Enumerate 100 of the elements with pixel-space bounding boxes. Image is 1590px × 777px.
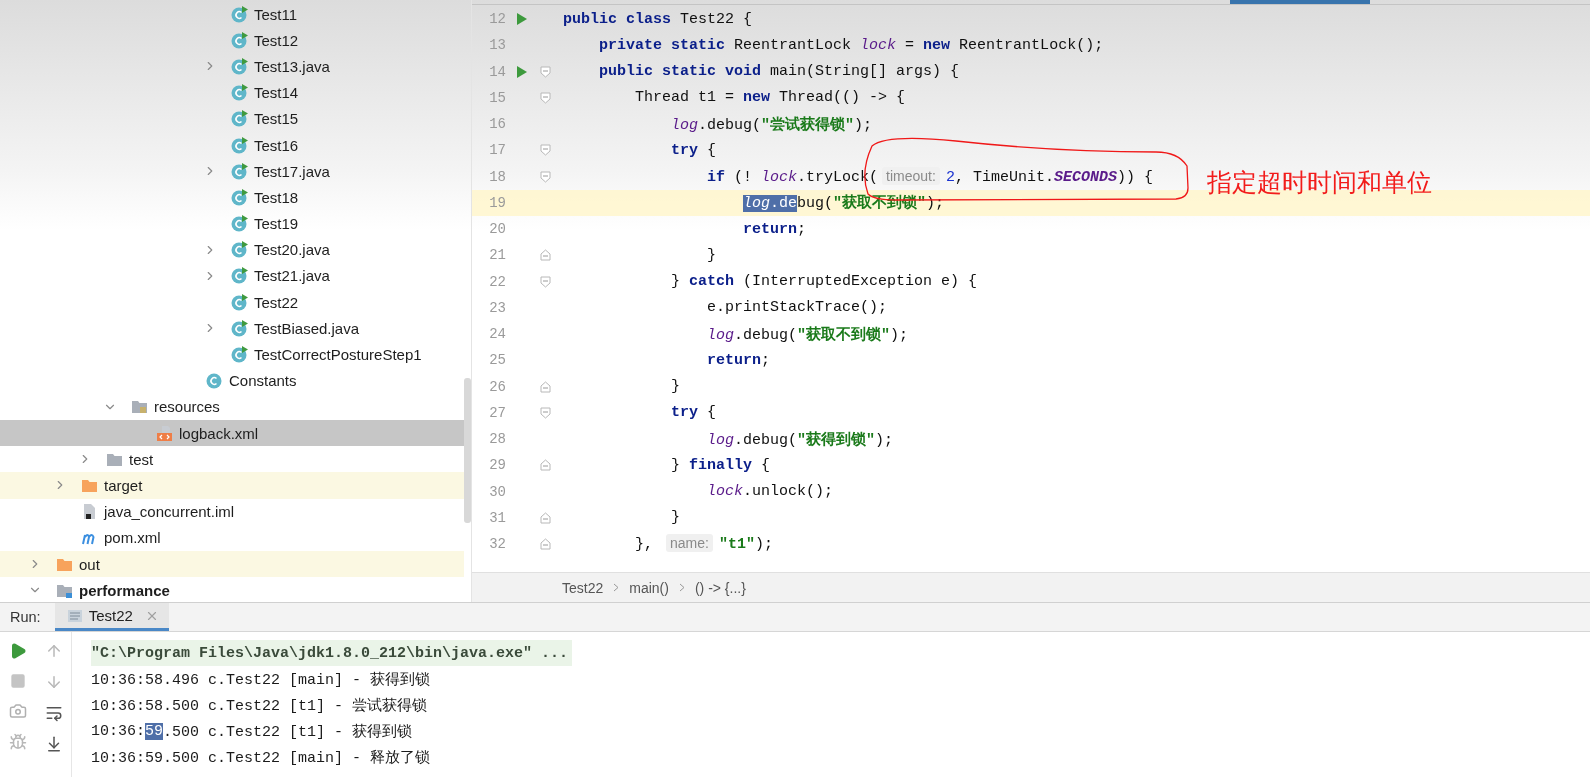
camera-icon[interactable]	[9, 702, 27, 720]
fold-icon[interactable]	[539, 459, 551, 472]
tree-row[interactable]: performance	[0, 577, 464, 602]
fold-icon[interactable]	[539, 406, 551, 419]
tree-item-label: TestCorrectPostureStep1	[254, 346, 422, 364]
tree-row[interactable]: java_concurrent.iml	[0, 498, 464, 525]
fold-icon[interactable]	[539, 144, 551, 157]
tree-item-label: Test22	[254, 293, 299, 311]
tree-row[interactable]: Constants	[0, 367, 464, 394]
tree-row[interactable]: Test18	[0, 184, 464, 211]
fold-icon[interactable]	[539, 65, 551, 78]
file-icon	[81, 503, 98, 521]
tree-row[interactable]: test	[0, 446, 464, 473]
line-number: 13	[488, 37, 506, 54]
tree-row[interactable]: TestCorrectPostureStep1	[0, 341, 464, 368]
tree-item-label: performance	[79, 581, 170, 599]
tree-row[interactable]: Test17.java	[0, 158, 464, 185]
class-icon	[231, 5, 248, 23]
tree-item-label: Test14	[254, 84, 299, 102]
code-line: } catch (InterruptedException e) {	[670, 273, 978, 291]
line-number: 24	[488, 326, 506, 343]
line-number: 12	[488, 11, 506, 28]
bug-icon[interactable]	[9, 733, 27, 751]
class-icon	[231, 188, 248, 206]
tree-row[interactable]: pom.xml	[0, 524, 464, 551]
line-number: 17	[488, 142, 506, 159]
fold-icon[interactable]	[539, 380, 551, 393]
line-number: 18	[488, 168, 506, 185]
tree-row[interactable]: Test15	[0, 105, 464, 132]
fold-icon[interactable]	[539, 170, 551, 183]
line-number: 29	[488, 457, 506, 474]
run-icon[interactable]	[515, 13, 527, 26]
code-line: return;	[706, 351, 771, 369]
fold-icon[interactable]	[539, 91, 551, 104]
annotation-note: 指定超时时间和单位	[1207, 167, 1432, 198]
class-icon	[231, 136, 248, 154]
fold-icon[interactable]	[539, 249, 551, 262]
wrap-icon[interactable]	[44, 704, 63, 722]
tree-row[interactable]: Test16	[0, 131, 464, 159]
line-number: 21	[488, 247, 506, 264]
class-icon	[231, 319, 248, 337]
tree-row[interactable]: TestBiased.java	[0, 315, 464, 342]
stop-icon[interactable]	[10, 673, 26, 689]
run-tab[interactable]: Test22	[54, 603, 169, 631]
tree-item-label: Test20.java	[254, 241, 330, 259]
code-line: log.debug("获取不到锁");	[706, 325, 909, 344]
class-icon	[231, 241, 248, 259]
fold-icon[interactable]	[539, 275, 551, 288]
code-line: e.printStackTrace();	[706, 299, 888, 317]
code-line: log.debug("获得到锁");	[706, 430, 894, 449]
run-icon[interactable]	[515, 65, 527, 78]
line-number: 19	[488, 194, 506, 211]
tree-row[interactable]: Test21.java	[0, 262, 464, 290]
fold-icon[interactable]	[539, 538, 551, 551]
tree-row[interactable]: Test19	[0, 210, 464, 237]
code-line: }	[670, 509, 680, 527]
class-icon	[231, 110, 248, 128]
scrollbar-thumb[interactable]	[464, 378, 471, 523]
separator-icon	[613, 583, 620, 592]
folder-icon	[131, 398, 148, 416]
fold-icon[interactable]	[539, 511, 551, 524]
line-number: 25	[488, 352, 506, 369]
breadcrumb[interactable]: main()	[629, 579, 669, 596]
tree-item-label: pom.xml	[104, 529, 161, 547]
play-icon[interactable]	[9, 642, 27, 660]
class-icon	[231, 31, 248, 49]
line-number: 28	[488, 431, 506, 448]
tree-row[interactable]: Test13.java	[0, 53, 464, 80]
tree-row[interactable]: Test11	[0, 1, 464, 28]
tree-row[interactable]: Test22	[0, 289, 464, 316]
code-line: Thread t1 = new Thread(() -> {	[634, 89, 906, 107]
line-number: 27	[488, 404, 506, 421]
tree-row[interactable]: Test20.java	[0, 236, 464, 263]
code-line: }, name: "t1");	[634, 535, 773, 554]
console-line: 10:36:58.496 c.Test22 [main] - 获得到锁	[91, 670, 432, 691]
class-icon	[231, 84, 248, 102]
code-line: } finally {	[670, 456, 771, 474]
tree-item-label: TestBiased.java	[254, 319, 360, 337]
tree-item-label: resources	[154, 398, 220, 416]
console-icon	[66, 608, 83, 623]
tree-item-label: target	[104, 476, 143, 494]
tree-item-label: Test19	[254, 215, 299, 233]
breadcrumb[interactable]: () -> {...}	[694, 579, 746, 596]
tree-row[interactable]: target	[0, 472, 464, 499]
tree-item-label: Test21.java	[254, 267, 330, 285]
breadcrumb[interactable]: Test22	[562, 579, 604, 596]
code-line: public static void main(String[] args) {	[598, 63, 960, 81]
class-icon	[231, 215, 248, 233]
tree-row[interactable]: Test14	[0, 79, 464, 106]
line-number: 31	[488, 509, 506, 526]
tree-item-label: test	[129, 450, 154, 468]
code-line: }	[706, 246, 716, 264]
tree-row[interactable]: out	[0, 550, 464, 578]
class-icon	[231, 57, 248, 75]
code-line: try {	[670, 141, 717, 159]
tree-row[interactable]: resources	[0, 393, 464, 420]
tree-row[interactable]: logback.xml	[0, 420, 464, 447]
class-icon	[231, 293, 248, 311]
tree-row[interactable]: Test12	[0, 27, 464, 54]
tree-item-label: Test16	[254, 136, 299, 154]
